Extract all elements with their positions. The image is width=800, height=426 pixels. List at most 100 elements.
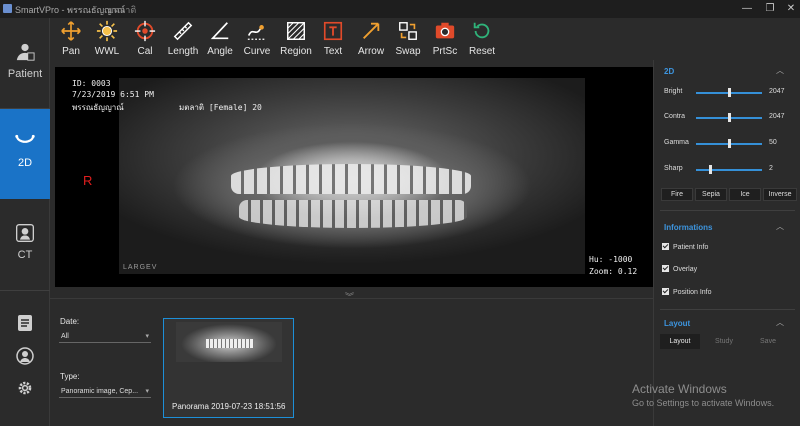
curve-label: Curve — [243, 46, 271, 57]
region-tool-button[interactable]: Region — [279, 20, 313, 60]
swap-icon — [399, 22, 417, 40]
gear-icon — [18, 381, 32, 395]
upper-teeth — [231, 164, 471, 194]
right-panel: 2D ︿ Bright 2047 Contra 2047 Gamma 50 Sh… — [653, 60, 800, 426]
reset-label: Reset — [468, 46, 496, 57]
cal-tool-button[interactable]: Cal — [134, 20, 156, 60]
sharp-track[interactable] — [696, 169, 762, 171]
overlay-patient-name: พรรณธัญญาณ์ — [72, 103, 124, 112]
angle-tool-button[interactable]: Angle — [205, 20, 235, 60]
contrast-knob[interactable] — [728, 113, 731, 122]
nav-ct-label: CT — [17, 249, 33, 261]
nav-user[interactable] — [0, 347, 50, 367]
contrast-slider[interactable]: Contra 2047 — [664, 112, 794, 124]
gamma-label: Gamma — [664, 139, 689, 146]
close-button[interactable]: ✕ — [784, 2, 798, 15]
bright-value: 2047 — [769, 88, 785, 95]
gamma-value: 50 — [769, 139, 777, 146]
ice-mode-button[interactable]: Ice — [729, 188, 761, 201]
pan-label: Pan — [62, 46, 80, 57]
section-2d-title: 2D — [664, 67, 675, 76]
length-tool-button[interactable]: Length — [166, 20, 200, 60]
type-filter-select[interactable]: Panoramic image, Cep... ▾ — [59, 386, 151, 398]
bright-slider[interactable]: Bright 2047 — [664, 87, 794, 99]
save-layout-button[interactable]: Save — [748, 334, 788, 349]
xray-brand-watermark: LARGEV — [123, 264, 158, 271]
collapse-2d-chevron-icon[interactable]: ︿ — [776, 65, 784, 76]
checkbox-checked-icon — [662, 265, 669, 272]
date-filter-select[interactable]: All ▾ — [59, 331, 151, 343]
section-divider — [660, 309, 795, 310]
angle-label: Angle — [207, 46, 233, 57]
swap-tool-button[interactable]: Swap — [395, 20, 421, 60]
screenshot-icon — [435, 22, 455, 39]
gamma-slider[interactable]: Gamma 50 — [664, 138, 794, 150]
nav-report[interactable] — [0, 314, 50, 334]
checkbox-checked-icon — [662, 243, 669, 250]
bright-label: Bright — [664, 88, 683, 95]
text-icon — [323, 21, 343, 41]
wwl-label: WWL — [94, 46, 120, 57]
maximize-button[interactable]: ❐ — [763, 2, 777, 15]
gamma-knob[interactable] — [728, 139, 731, 148]
arrow-label: Arrow — [357, 46, 385, 57]
text-label: Text — [323, 46, 343, 57]
pan-icon — [61, 21, 81, 41]
region-icon — [287, 22, 305, 40]
fire-mode-button[interactable]: Fire — [661, 188, 693, 201]
nav-patient-label: Patient — [7, 68, 43, 80]
curve-tool-button[interactable]: Curve — [243, 20, 271, 60]
ruler-icon — [173, 21, 193, 41]
position-info-checkbox[interactable]: Position Info — [662, 288, 712, 296]
patient-info-checkbox[interactable]: Patient Info — [662, 243, 708, 251]
bright-knob[interactable] — [728, 88, 731, 97]
minimize-button[interactable]: — — [740, 2, 754, 15]
arrow-tool-button[interactable]: Arrow — [355, 20, 387, 60]
position-info-label: Position Info — [673, 289, 712, 296]
sepia-mode-button[interactable]: Sepia — [695, 188, 727, 201]
contrast-value: 2047 — [769, 113, 785, 120]
pan-tool-button[interactable]: Pan — [58, 20, 84, 60]
image-viewer[interactable]: LARGEV ID: 0003 7/23/2019 6:51 PM พรรณธั… — [55, 67, 653, 287]
ct-scan-icon — [16, 224, 34, 242]
collapse-layout-chevron-icon[interactable]: ︿ — [776, 317, 784, 328]
layout-button[interactable]: Layout — [660, 334, 700, 349]
nav-ct[interactable]: CT — [0, 223, 50, 293]
orientation-marker: R — [83, 173, 93, 188]
wwl-tool-button[interactable]: WWL — [93, 20, 121, 60]
region-label: Region — [280, 46, 312, 57]
section-divider — [660, 210, 795, 211]
reset-tool-button[interactable]: Reset — [468, 20, 496, 60]
user-icon — [16, 347, 34, 365]
nav-patient[interactable]: Patient — [0, 42, 50, 112]
text-tool-button[interactable]: Text — [321, 20, 345, 60]
study-layout-button[interactable]: Study — [704, 334, 744, 349]
window-title-secondary: มตลาติ — [108, 5, 137, 15]
collapse-info-chevron-icon[interactable]: ︿ — [776, 221, 784, 232]
sharp-slider[interactable]: Sharp 2 — [664, 164, 794, 176]
nav-divider — [0, 290, 50, 291]
contrast-label: Contra — [664, 113, 686, 120]
app-icon — [3, 4, 12, 13]
nav-2d[interactable]: 2D — [0, 109, 50, 199]
overlay-checkbox[interactable]: Overlay — [662, 265, 697, 273]
study-panel: Date: All ▾ Type: Panoramic image, Cep..… — [50, 298, 653, 426]
reset-icon — [473, 22, 490, 39]
angle-icon — [210, 22, 229, 40]
date-filter-value: All — [61, 333, 69, 340]
prtsc-tool-button[interactable]: PrtSc — [431, 20, 459, 60]
nav-settings[interactable] — [0, 379, 50, 399]
chevron-down-icon: ▾ — [145, 333, 149, 340]
patient-icon — [16, 43, 35, 61]
activation-watermark-subtitle: Go to Settings to activate Windows. — [632, 398, 775, 408]
sharp-knob[interactable] — [709, 165, 712, 174]
study-thumbnail-image — [176, 322, 282, 362]
study-thumbnail-card[interactable]: Panorama 2019-07-23 18:51:56 — [163, 318, 294, 418]
overlay-label: Overlay — [673, 266, 698, 273]
overlay-hu-value: Hu: -1000 — [589, 255, 633, 264]
inverse-mode-button[interactable]: Inverse — [763, 188, 797, 201]
toolbar: Pan WWL Cal Length Angle Curve Region Te… — [50, 18, 800, 60]
type-filter-value: Panoramic image, Cep... — [61, 388, 139, 395]
date-filter-label: Date: — [60, 317, 80, 326]
prtsc-label: PrtSc — [432, 46, 458, 57]
